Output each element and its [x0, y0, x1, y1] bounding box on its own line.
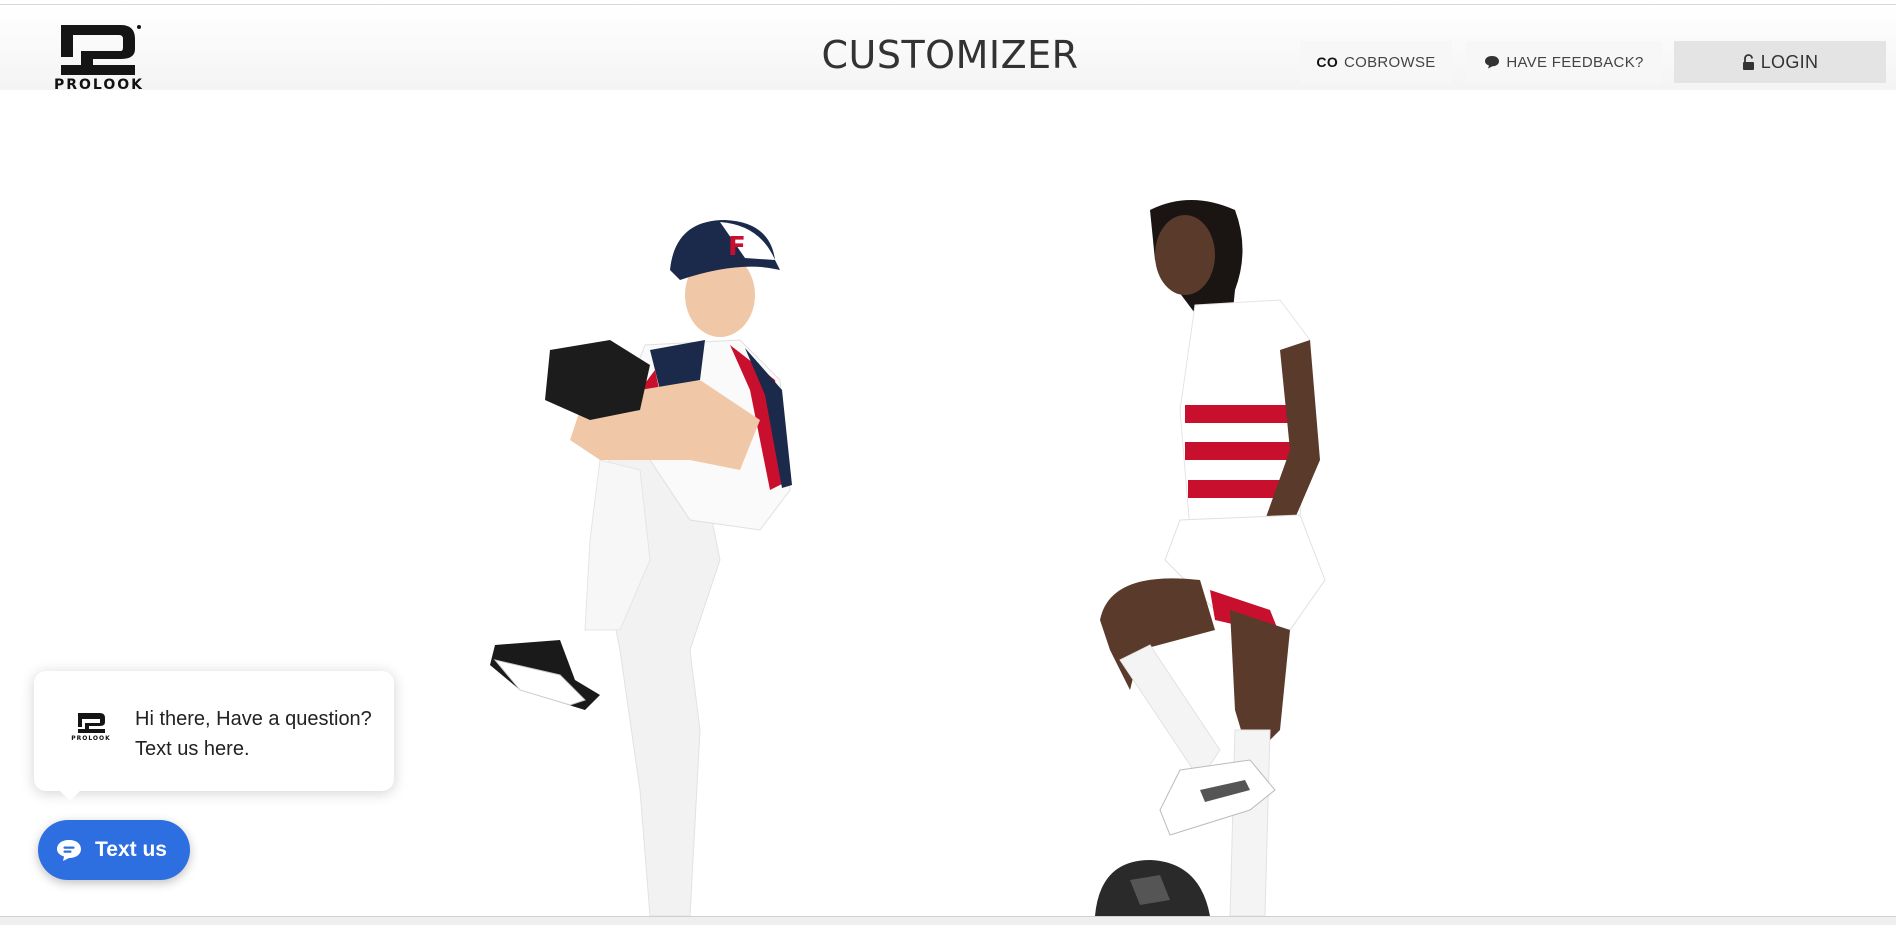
login-button[interactable]: LOGIN: [1674, 41, 1886, 83]
hero-banner: F: [0, 90, 1896, 917]
text-us-button[interactable]: Text us: [38, 820, 190, 880]
unlock-icon: [1742, 53, 1755, 71]
baseball-player-photo: F: [490, 220, 792, 917]
chat-logo-wordmark: PROLOOK: [71, 735, 111, 742]
page-title: CUSTOMIZER: [821, 33, 1079, 77]
cobrowse-button[interactable]: CO COBROWSE: [1300, 41, 1452, 83]
chat-prolook-logo: PROLOOK: [66, 711, 116, 751]
hero-photo: F: [490, 200, 1326, 917]
chat-greeting-popup[interactable]: PROLOOK Hi there, Have a question? Text …: [34, 671, 394, 801]
text-us-label: Text us: [95, 838, 167, 861]
svg-text:F: F: [728, 232, 746, 262]
chat-icon: [55, 838, 83, 862]
feedback-button[interactable]: HAVE FEEDBACK?: [1466, 41, 1662, 83]
prolook-logo[interactable]: PROLOOK: [37, 23, 161, 95]
feedback-label: HAVE FEEDBACK?: [1506, 53, 1644, 71]
cobrowse-label: COBROWSE: [1344, 53, 1436, 71]
speech-bubble-icon: [1484, 55, 1500, 69]
soccer-player-photo: [1095, 200, 1326, 917]
co-icon: CO: [1316, 54, 1339, 70]
prolook-logo-mark: [61, 25, 141, 75]
site-header: PROLOOK CUSTOMIZER CO COBROWSE HAVE FEED…: [0, 5, 1896, 93]
login-label: LOGIN: [1760, 51, 1819, 72]
chat-greeting-text: Hi there, Have a question? Text us here.: [135, 708, 372, 760]
